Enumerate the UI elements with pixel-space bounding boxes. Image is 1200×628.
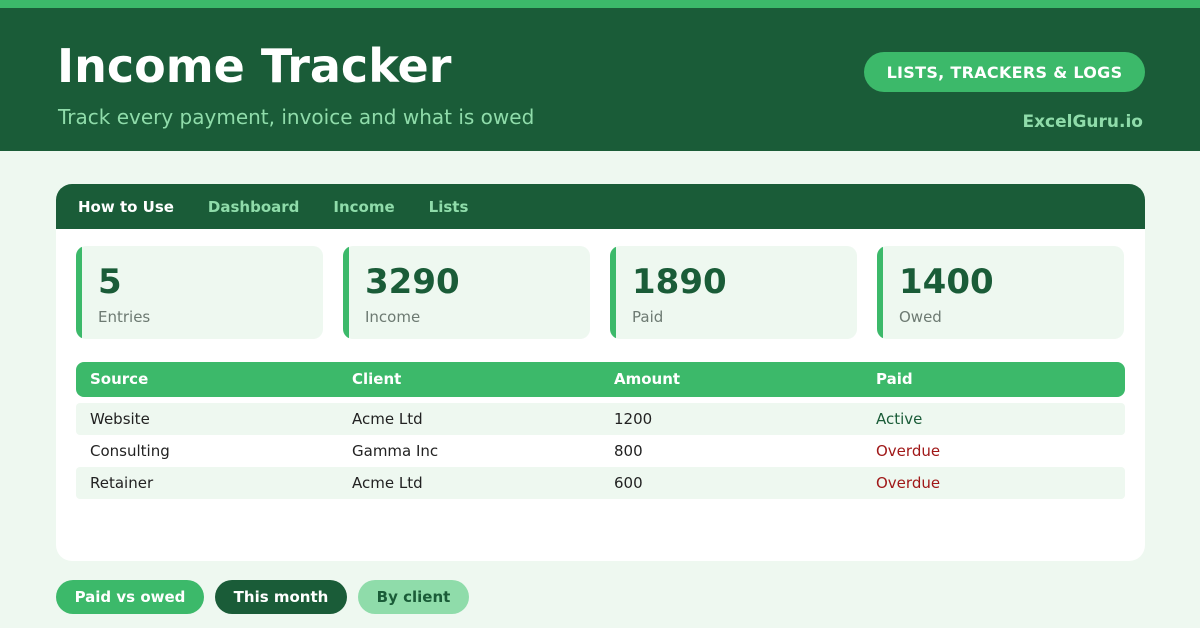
stat-value: 5 — [98, 262, 122, 302]
stat-accent-bar — [610, 246, 616, 339]
stat-accent-bar — [76, 246, 82, 339]
column-header-paid[interactable]: Paid — [876, 370, 913, 388]
filter-chip-this-month[interactable]: This month — [215, 580, 347, 614]
stat-value: 1890 — [632, 262, 727, 302]
cell-client: Acme Ltd — [352, 410, 423, 428]
column-header-client[interactable]: Client — [352, 370, 401, 388]
page-title: Income Tracker — [57, 39, 452, 93]
income-table: Source Client Amount Paid Website Acme L… — [76, 362, 1125, 499]
stat-label: Paid — [632, 308, 664, 326]
brand-link[interactable]: ExcelGuru.io — [1022, 112, 1143, 132]
cell-client: Gamma Inc — [352, 442, 439, 460]
cell-amount: 800 — [614, 442, 643, 460]
stat-card-entries: 5 Entries — [76, 246, 323, 339]
tab-lists[interactable]: Lists — [429, 198, 469, 216]
stat-value: 3290 — [365, 262, 460, 302]
page-subtitle: Track every payment, invoice and what is… — [58, 105, 535, 129]
cell-amount: 1200 — [614, 410, 653, 428]
stat-accent-bar — [877, 246, 883, 339]
stat-label: Entries — [98, 308, 151, 326]
cell-source: Consulting — [90, 442, 170, 460]
tab-dashboard[interactable]: Dashboard — [208, 198, 299, 216]
table-row[interactable]: Consulting Gamma Inc 800 Overdue — [76, 435, 1125, 467]
table-row[interactable]: Retainer Acme Ltd 600 Overdue — [76, 467, 1125, 499]
table-row[interactable]: Website Acme Ltd 1200 Active — [76, 403, 1125, 435]
stat-value: 1400 — [899, 262, 994, 302]
stat-card-paid: 1890 Paid — [610, 246, 857, 339]
sheet-tabs: How to Use Dashboard Income Lists — [56, 184, 1145, 229]
cell-status: Overdue — [876, 474, 941, 492]
stat-accent-bar — [343, 246, 349, 339]
cell-client: Acme Ltd — [352, 474, 423, 492]
tab-how-to-use[interactable]: How to Use — [78, 198, 174, 216]
category-pill[interactable]: LISTS, TRACKERS & LOGS — [864, 52, 1145, 92]
column-header-amount[interactable]: Amount — [614, 370, 680, 388]
filter-chip-by-client[interactable]: By client — [358, 580, 469, 614]
stat-label: Income — [365, 308, 421, 326]
page-header: Income Tracker Track every payment, invo… — [0, 8, 1200, 151]
cell-amount: 600 — [614, 474, 643, 492]
stat-cards: 5 Entries 3290 Income 1890 Paid 1400 Owe… — [76, 246, 1125, 339]
tracker-card: How to Use Dashboard Income Lists 5 Entr… — [56, 184, 1145, 561]
filter-chip-paid-vs-owed[interactable]: Paid vs owed — [56, 580, 204, 614]
column-header-source[interactable]: Source — [90, 370, 148, 388]
stat-label: Owed — [899, 308, 942, 326]
stat-card-owed: 1400 Owed — [877, 246, 1124, 339]
cell-source: Website — [90, 410, 150, 428]
table-header: Source Client Amount Paid — [76, 362, 1125, 397]
stat-card-income: 3290 Income — [343, 246, 590, 339]
top-accent-strip — [0, 0, 1200, 8]
tab-income[interactable]: Income — [333, 198, 394, 216]
cell-source: Retainer — [90, 474, 154, 492]
cell-status: Overdue — [876, 442, 941, 460]
cell-status: Active — [876, 410, 923, 428]
